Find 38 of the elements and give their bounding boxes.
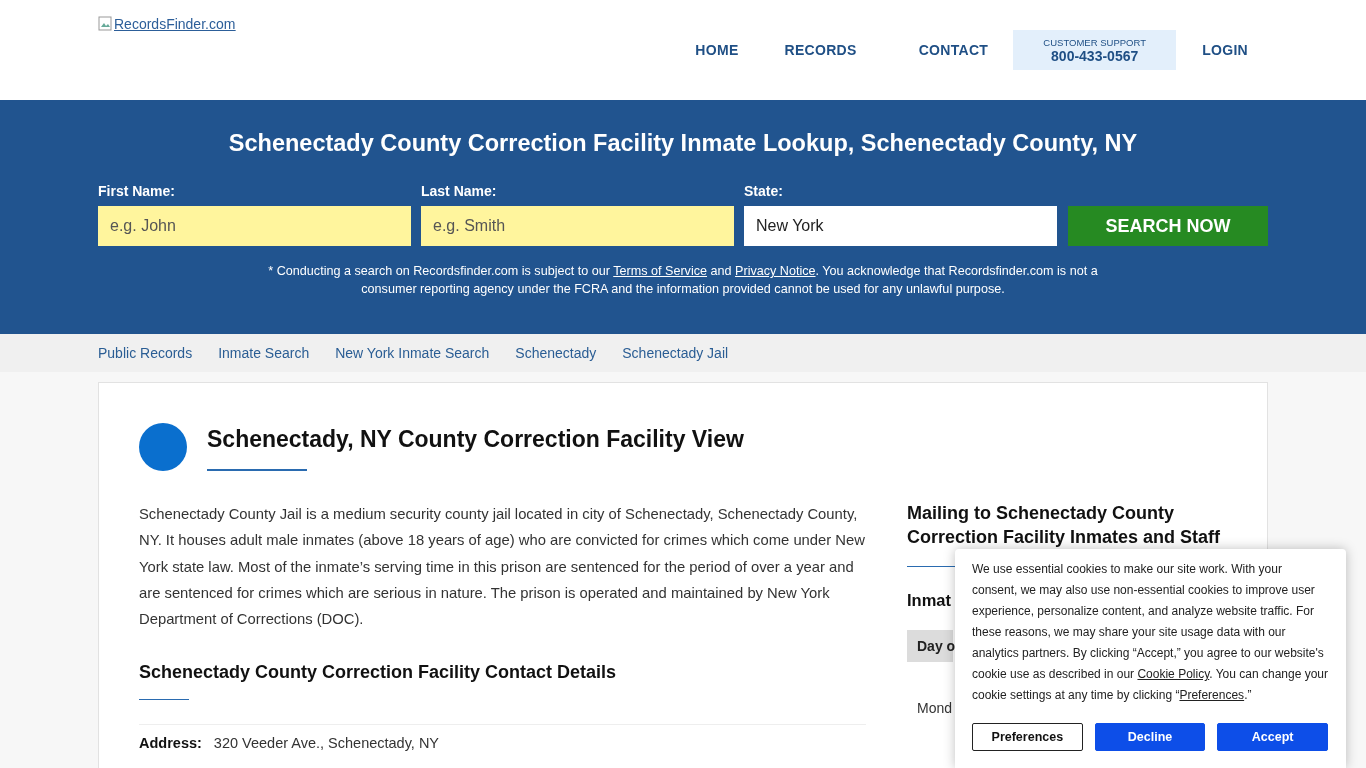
section-heading: Inmat — [907, 591, 951, 610]
login-link[interactable]: LOGIN — [1202, 42, 1248, 58]
breadcrumb-link[interactable]: Schenectady Jail — [622, 345, 729, 361]
cookie-button[interactable]: Preferences — [972, 723, 1083, 751]
input-field[interactable]: e.g. Smith — [421, 206, 734, 246]
input-field[interactable]: e.g. John — [98, 206, 411, 246]
address-value: 320 Veeder Ave., Schenectady, NY — [213, 735, 440, 752]
field-label: Last Name: — [421, 183, 498, 199]
field-label: State: — [744, 183, 784, 199]
section-heading: Mailing to Schenectady County Correction Facility Inmates and Staff — [907, 502, 1222, 549]
breadcrumb-link[interactable]: Inmate Search — [218, 345, 310, 361]
section-heading: Schenectady County Correction Facility Contact Details — [139, 662, 618, 684]
table-header-cell: Day o — [907, 630, 953, 662]
input-field[interactable]: New York — [744, 206, 1057, 246]
facility-description: Schenectady County Jail is a medium security county jail located in city of Schenectady, Schenectady County, NY. It houses adult male inmates (above 18 years of age) who are convicted for crimes which come under New York state law. Most of the inmate’s serving time in this prison are sentenced for the period of over a year and are sentenced for crimes which are serious in nature. The prison is operated and maintained by New York Department of Corrections (DOC). — [139, 505, 866, 630]
cookie-notice-text: We use essential cookies to make our site work. With your consent, we may also use non-essential cookies to improve user experience, personalize content, and analyze website traffic. For these reasons, we may share your site usage data with our analytics partners. By clicking “Accept,” you agree to our website's cookie use as described in our Cookie Policy. You can change your cookie settings at any time by clicking “Preferences.” — [972, 561, 1328, 704]
cookie-button[interactable]: Accept — [1217, 723, 1328, 751]
address-label: Address: — [139, 735, 202, 752]
page-title: Schenectady County Correction Facility Inmate Lookup, Schenectady County, NY — [227, 129, 1139, 157]
breadcrumb-link[interactable]: Public Records — [98, 345, 193, 361]
support-phone-link[interactable]: CUSTOMER SUPPORT 800-433-0567 — [1013, 30, 1177, 70]
nav-link[interactable]: HOME — [695, 42, 739, 58]
table-cell: Mond — [917, 700, 953, 716]
search-button[interactable]: SEARCH NOW — [1068, 206, 1268, 246]
field-label: First Name: — [98, 183, 177, 199]
policy-link[interactable]: Terms of Service — [613, 264, 707, 278]
disclaimer-text: * Conducting a search on Recordsfinder.com is subject to our Terms of Service and Privacy Notice. You acknowledge that Recordsfinder.com is not a consumer reporting agency under the FCRA and the information provided cannot be used for any unlawful purpose. — [267, 263, 1099, 298]
facility-title: Schenectady, NY County Correction Facility View — [207, 426, 744, 453]
broken-image-icon — [98, 16, 114, 32]
cookie-button[interactable]: Decline — [1094, 723, 1206, 751]
nav-link[interactable]: CONTACT — [918, 42, 989, 58]
policy-link[interactable]: Privacy Notice — [735, 264, 816, 278]
breadcrumb-link[interactable]: Schenectady — [515, 345, 597, 361]
cookie-link[interactable]: Preferences — [1179, 688, 1245, 702]
nav-link[interactable]: RECORDS — [784, 42, 857, 58]
breadcrumb-link[interactable]: New York Inmate Search — [335, 345, 490, 361]
facility-icon — [139, 423, 187, 471]
logo-link[interactable]: RecordsFinder.com — [114, 16, 236, 32]
